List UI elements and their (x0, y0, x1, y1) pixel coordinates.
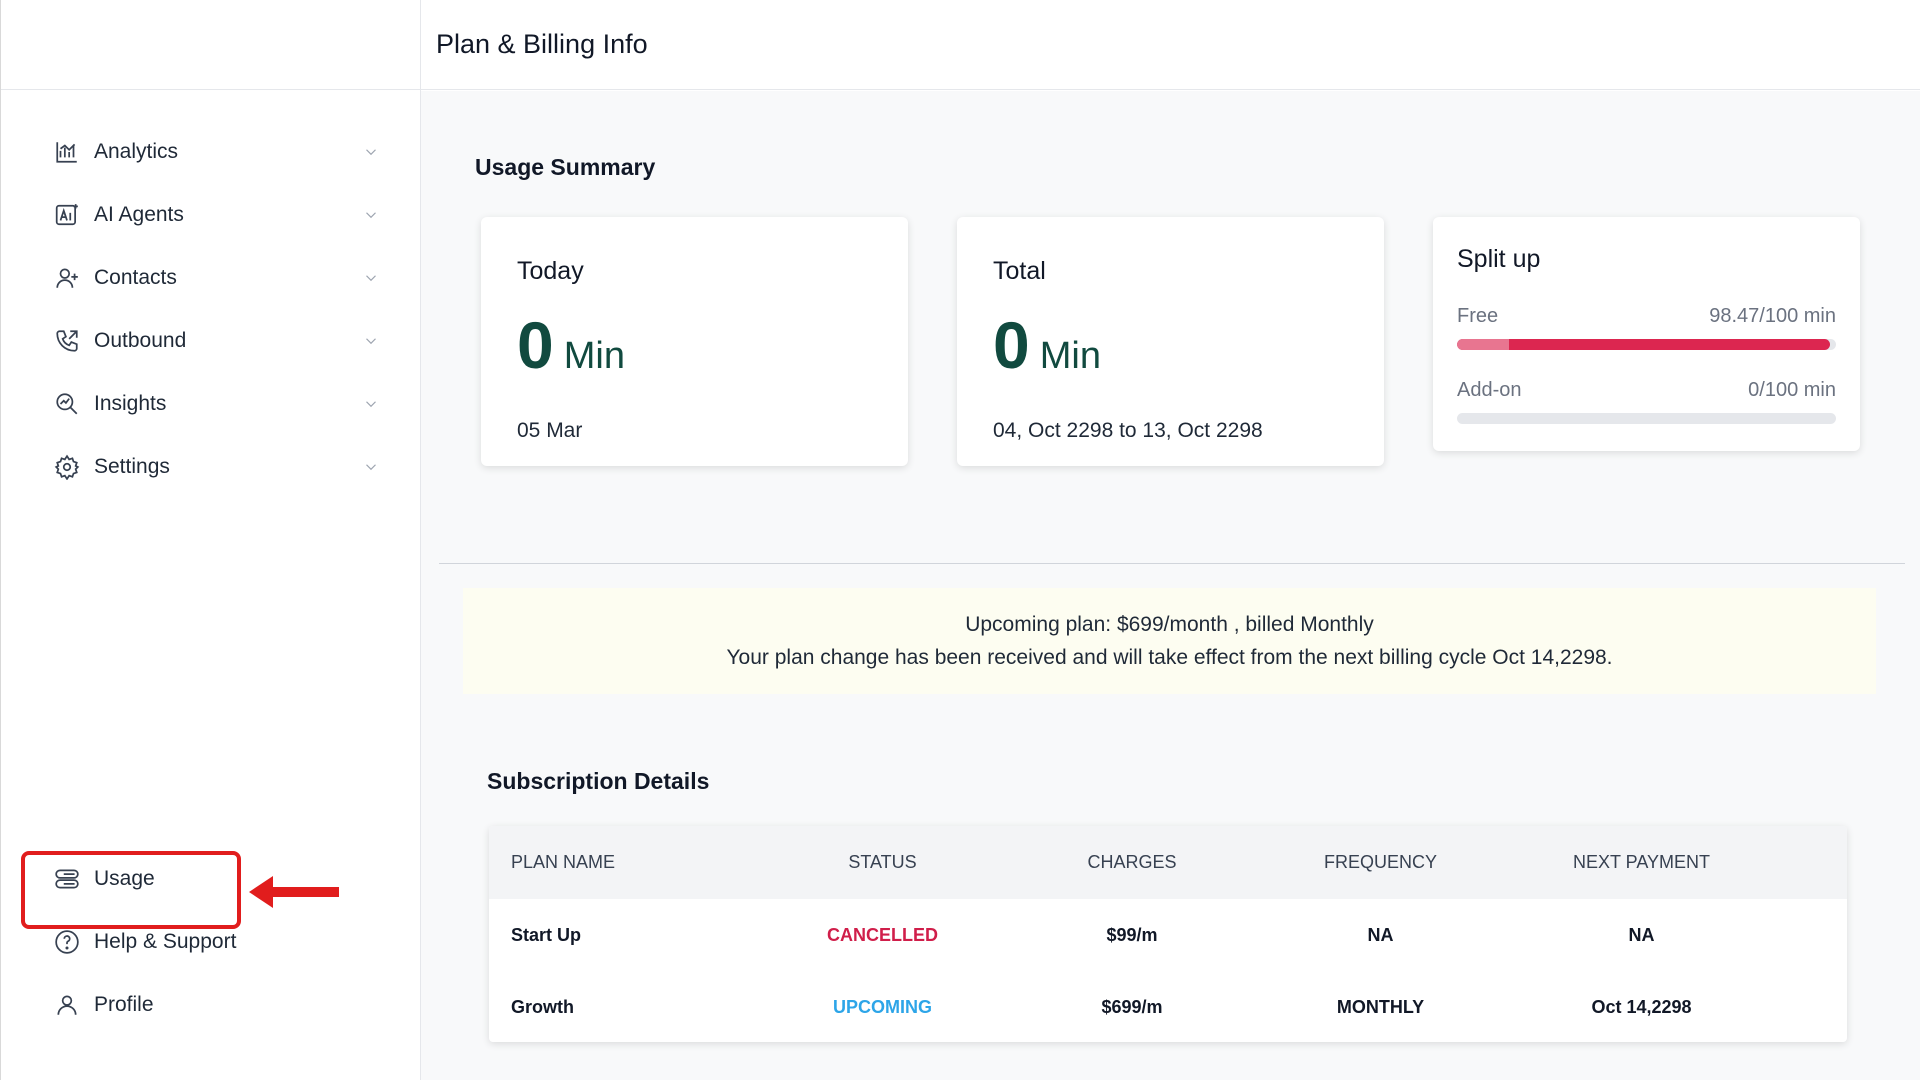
addon-progress-bar (1457, 413, 1836, 424)
today-date: 05 Mar (517, 419, 583, 442)
plan-name-cell: Growth (511, 996, 574, 1017)
page-header: Plan & Billing Info (421, 0, 1920, 90)
sidebar-item-insights[interactable]: Insights (1, 372, 420, 435)
notice-line-2: Your plan change has been received and w… (726, 646, 1613, 669)
total-date-range: 04, Oct 2298 to 13, Oct 2298 (993, 419, 1263, 442)
total-value-unit: Min (1039, 335, 1101, 377)
total-value-number: 0 (993, 308, 1030, 382)
chevron-down-icon (366, 148, 376, 155)
frequency-cell: NA (1367, 924, 1394, 945)
frequency-cell: MONTHLY (1336, 996, 1425, 1017)
today-card-title: Today (517, 257, 584, 285)
notice-line-1: Upcoming plan: $699/month , billed Month… (965, 613, 1374, 636)
split-up-card: Split up Free 98.47/100 min Add-on 0/100… (1433, 217, 1860, 451)
sidebar-item-ai-agents[interactable]: AI Agents (1, 183, 420, 246)
chevron-down-icon (366, 274, 376, 281)
plan-name-cell: Start Up (511, 924, 582, 945)
column-header: STATUS (848, 852, 917, 872)
sidebar: Analytics AI Agents Contacts Outbound In… (0, 0, 421, 1080)
charges-cell: $99/m (1106, 924, 1158, 945)
free-row: Free 98.47/100 min (1457, 305, 1836, 328)
sidebar-item-analytics[interactable]: Analytics (1, 120, 420, 183)
sidebar-item-label: Profile (94, 992, 154, 1016)
sidebar-item-label: Analytics (94, 139, 179, 163)
addon-label: Add-on (1457, 379, 1522, 401)
section-divider (439, 563, 1905, 564)
contacts-icon (54, 265, 80, 291)
addon-value: 0/100 min (1748, 379, 1836, 401)
sidebar-item-contacts[interactable]: Contacts (1, 246, 420, 309)
table-row: Start Up CANCELLED $99/m NA NA (489, 899, 1847, 971)
subscription-table: PLAN NAME STATUS CHARGES FREQUENCY NEXT … (489, 826, 1847, 1042)
column-header: CHARGES (1087, 852, 1177, 872)
sidebar-item-label: Settings (94, 454, 170, 478)
total-value: 0 Min (993, 312, 1101, 378)
profile-icon (54, 992, 80, 1018)
free-value: 98.47/100 min (1709, 305, 1836, 327)
sidebar-item-outbound[interactable]: Outbound (1, 309, 420, 372)
today-card: Today 0 Min 05 Mar (481, 217, 908, 466)
free-progress-bar (1457, 339, 1836, 350)
sidebar-bottom-nav: Usage Help & Support Profile (1, 847, 420, 1036)
total-card: Total 0 Min 04, Oct 2298 to 13, Oct 2298 (957, 217, 1384, 466)
free-progress-fill (1457, 339, 1831, 350)
insights-icon (54, 391, 80, 417)
sidebar-item-label: AI Agents (94, 202, 184, 226)
sidebar-item-profile[interactable]: Profile (1, 973, 420, 1036)
chevron-down-icon (366, 463, 376, 470)
subscription-details-title: Subscription Details (487, 768, 710, 794)
split-up-title: Split up (1457, 245, 1541, 273)
sidebar-item-label: Outbound (94, 328, 187, 352)
today-value-unit: Min (563, 335, 625, 377)
column-header: PLAN NAME (511, 852, 616, 872)
sidebar-item-label: Contacts (94, 265, 177, 289)
sidebar-item-usage[interactable]: Usage (1, 847, 420, 910)
upcoming-plan-notice: Upcoming plan: $699/month , billed Month… (463, 588, 1876, 694)
table-row: Growth UPCOMING $699/m MONTHLY Oct 14,22… (489, 971, 1847, 1042)
status-badge: UPCOMING (833, 996, 932, 1017)
sidebar-header (1, 0, 420, 90)
page-title: Plan & Billing Info (436, 29, 648, 59)
usage-icon (54, 866, 80, 892)
addon-row: Add-on 0/100 min (1457, 379, 1836, 402)
help-icon (54, 929, 80, 955)
free-label: Free (1457, 305, 1499, 327)
today-value-number: 0 (517, 308, 554, 382)
total-card-title: Total (993, 257, 1046, 285)
outbound-phone-icon (54, 328, 80, 354)
sidebar-item-label: Insights (94, 391, 167, 415)
chevron-down-icon (366, 337, 376, 344)
chevron-down-icon (366, 400, 376, 407)
next-payment-cell: NA (1628, 924, 1655, 945)
main-content: Usage Summary Today 0 Min 05 Mar Total 0… (421, 91, 1920, 1080)
sidebar-nav: Analytics AI Agents Contacts Outbound In… (1, 90, 420, 498)
usage-summary-title: Usage Summary (475, 154, 656, 180)
table-header: PLAN NAME STATUS CHARGES FREQUENCY NEXT … (489, 826, 1847, 899)
charges-cell: $699/m (1101, 996, 1163, 1017)
analytics-icon (54, 139, 80, 165)
column-header: NEXT PAYMENT (1572, 852, 1711, 872)
sidebar-item-help-support[interactable]: Help & Support (1, 910, 420, 973)
sidebar-item-settings[interactable]: Settings (1, 435, 420, 498)
ai-agents-icon (54, 202, 80, 228)
settings-gear-icon (54, 454, 80, 480)
sidebar-item-label: Help & Support (94, 929, 237, 953)
today-value: 0 Min (517, 312, 625, 378)
column-header: FREQUENCY (1323, 852, 1437, 872)
annotation-arrow-icon (249, 876, 339, 908)
status-badge: CANCELLED (827, 924, 938, 945)
chevron-down-icon (366, 211, 376, 218)
next-payment-cell: Oct 14,2298 (1591, 996, 1692, 1017)
